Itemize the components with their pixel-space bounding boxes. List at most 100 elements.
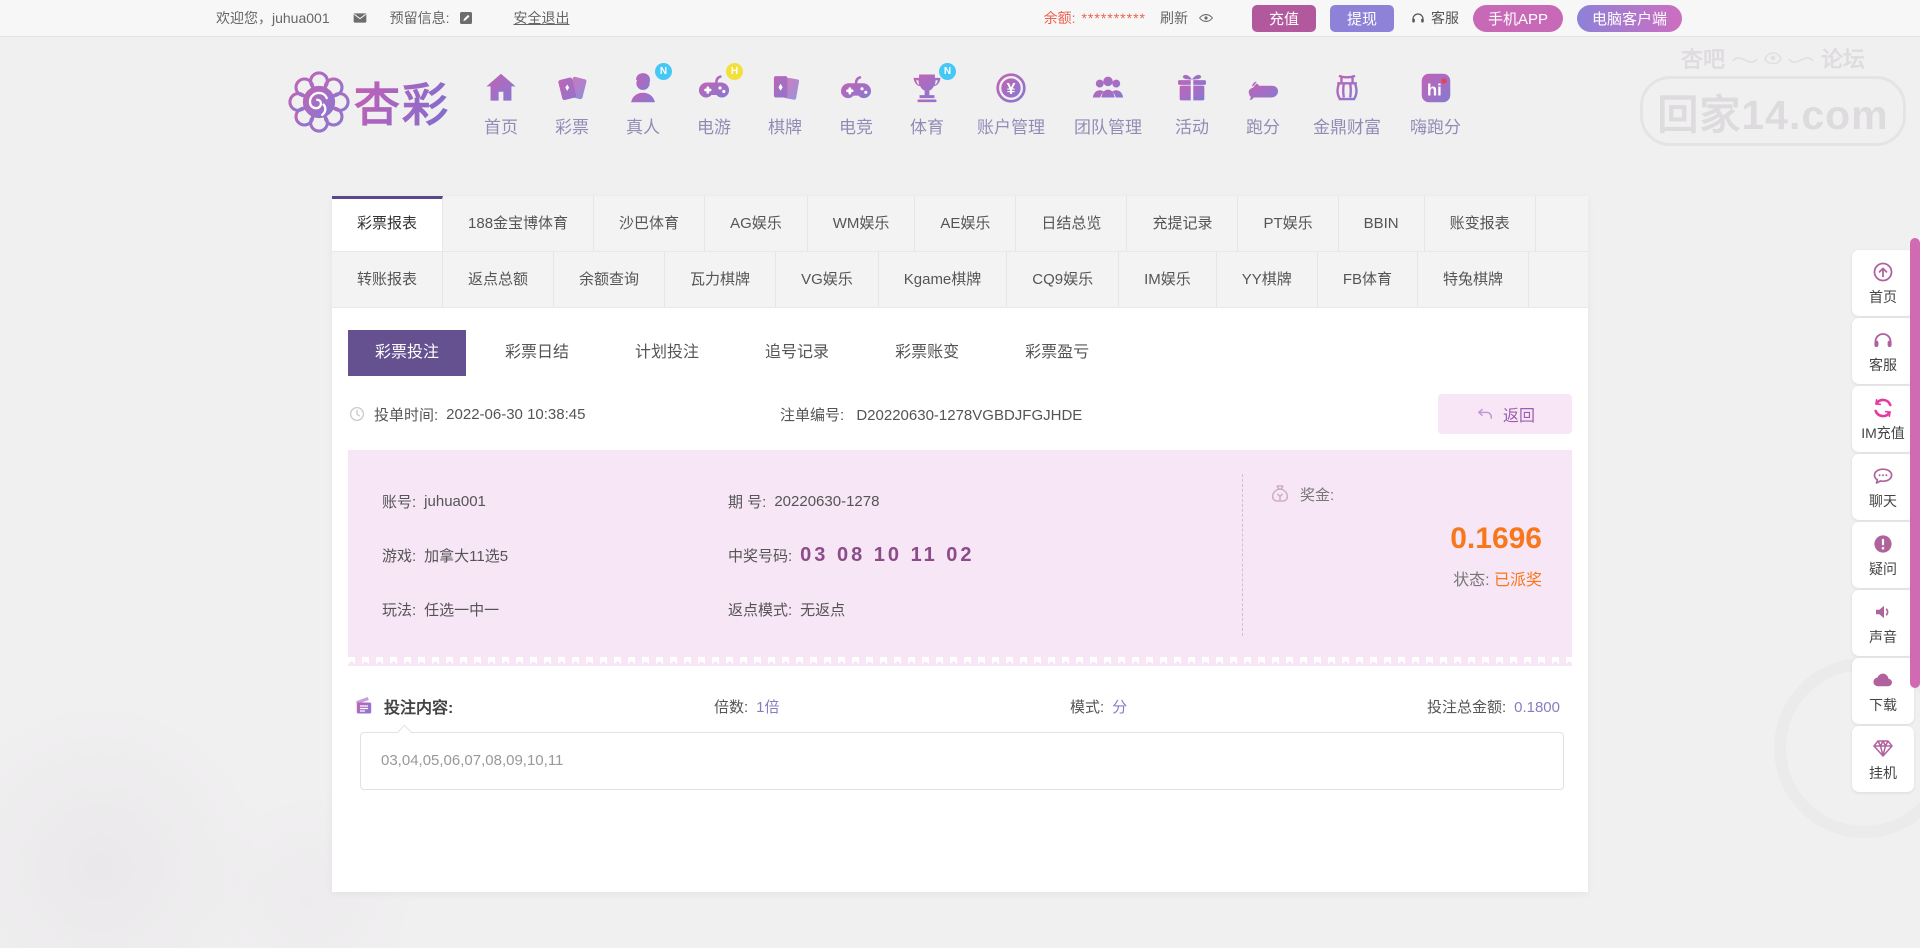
nav-item[interactable]: ¥ 账户管理: [977, 67, 1045, 138]
report-tabs-row1: 彩票报表188金宝博体育沙巴体育AG娱乐WM娱乐AE娱乐日结总览充提记录PT娱乐…: [332, 196, 1588, 252]
edit-icon[interactable]: [458, 10, 474, 26]
tab-item[interactable]: 特兔棋牌: [1418, 252, 1529, 307]
order-no-label: 注单编号:: [780, 407, 844, 424]
multiple-value: 1倍: [756, 699, 779, 716]
tab-item[interactable]: 余额查询: [554, 252, 665, 307]
tab-item[interactable]: 充提记录: [1127, 196, 1238, 251]
account-value: juhua001: [424, 493, 486, 510]
nav-item[interactable]: 活动: [1171, 67, 1213, 138]
tab-item[interactable]: 沙巴体育: [594, 196, 705, 251]
tab-item[interactable]: FB体育: [1318, 252, 1418, 307]
home-icon: [482, 69, 520, 107]
sidebar-label: 下载: [1869, 695, 1897, 715]
subtab-item[interactable]: 追号记录: [738, 330, 856, 376]
nav-label: 金鼎财富: [1313, 113, 1381, 138]
tab-item[interactable]: 返点总额: [443, 252, 554, 307]
rebate-value: 无返点: [800, 599, 845, 620]
nav-item[interactable]: 彩票: [551, 67, 593, 138]
subtab-item[interactable]: 彩票盈亏: [998, 330, 1116, 376]
tab-item[interactable]: VG娱乐: [776, 252, 879, 307]
svg-text:¥: ¥: [1007, 81, 1016, 98]
tab-item[interactable]: 日结总览: [1016, 196, 1127, 251]
refresh-link[interactable]: 刷新: [1160, 8, 1188, 28]
download-icon: [1871, 668, 1895, 692]
svg-text:hi: hi: [1427, 80, 1442, 99]
nav-item[interactable]: N 体育: [906, 67, 948, 138]
prize-label: 奖金:: [1300, 484, 1334, 505]
cards-icon: [766, 69, 804, 107]
sound-icon: [1871, 600, 1895, 624]
nav-label: 彩票: [555, 113, 589, 138]
tab-item[interactable]: CQ9娱乐: [1007, 252, 1119, 307]
subtabs: 彩票投注彩票日结计划投注追号记录彩票账变彩票盈亏: [348, 330, 1588, 376]
logo-text: 杏彩: [354, 69, 450, 135]
sidebar-item[interactable]: 客服: [1852, 318, 1914, 384]
tab-item[interactable]: Kgame棋牌: [879, 252, 1008, 307]
game-value: 加拿大11选5: [424, 545, 508, 566]
tab-item[interactable]: 188金宝博体育: [443, 196, 594, 251]
back-button[interactable]: 返回: [1438, 394, 1572, 434]
tab-item[interactable]: 账变报表: [1425, 196, 1536, 251]
nav-badge: N: [939, 63, 956, 80]
nav-item[interactable]: 首页: [480, 67, 522, 138]
sidebar-label: 聊天: [1869, 491, 1897, 511]
pc-client-button[interactable]: 电脑客户端: [1577, 5, 1682, 32]
tab-item[interactable]: WM娱乐: [808, 196, 916, 251]
site-logo[interactable]: 杏彩: [288, 69, 450, 135]
tab-item[interactable]: 瓦力棋牌: [665, 252, 776, 307]
tab-item[interactable]: PT娱乐: [1238, 196, 1338, 251]
sidebar-item[interactable]: 下载: [1852, 658, 1914, 724]
status-label: 状态:: [1453, 572, 1489, 589]
order-no-value: D20220630-1278VGBDJFGJHDE: [856, 407, 1082, 424]
tab-item[interactable]: AG娱乐: [705, 196, 808, 251]
nav-label: 账户管理: [977, 113, 1045, 138]
recharge-button[interactable]: 充值: [1252, 5, 1316, 32]
sidebar-item[interactable]: 声音: [1852, 590, 1914, 656]
subtab-item[interactable]: 彩票日结: [478, 330, 596, 376]
mail-icon[interactable]: [352, 10, 368, 26]
main-panel: 彩票报表188金宝博体育沙巴体育AG娱乐WM娱乐AE娱乐日结总览充提记录PT娱乐…: [332, 196, 1588, 892]
nav-item[interactable]: 电竞: [835, 67, 877, 138]
status-badge: 已派奖: [1494, 572, 1542, 589]
tab-item[interactable]: 彩票报表: [332, 196, 443, 251]
tab-item[interactable]: AE娱乐: [915, 196, 1016, 251]
nav-label: 跑分: [1246, 113, 1280, 138]
main-nav: 首页 彩票 N 真人: [480, 67, 1461, 138]
withdraw-button[interactable]: 提现: [1330, 5, 1394, 32]
nav-item[interactable]: 金鼎财富: [1313, 67, 1381, 138]
sidebar-item[interactable]: 挂机: [1852, 726, 1914, 792]
eye-icon[interactable]: [1196, 10, 1216, 26]
tab-item[interactable]: BBIN: [1339, 196, 1425, 251]
sidebar-item[interactable]: 首页: [1852, 250, 1914, 316]
sidebar-item[interactable]: 聊天: [1852, 454, 1914, 520]
reserved-info-label: 预留信息:: [390, 8, 450, 28]
nav-item[interactable]: 团队管理: [1074, 67, 1142, 138]
tab-item[interactable]: 转账报表: [332, 252, 443, 307]
nav-item[interactable]: 跑分: [1242, 67, 1284, 138]
page: 欢迎您，juhua001 预留信息: 安全退出 余额:********** 刷新…: [0, 0, 1920, 948]
subtab-item[interactable]: 计划投注: [608, 330, 726, 376]
balance-label: 余额:: [1044, 10, 1076, 26]
scrollbar-thumb[interactable]: [1910, 238, 1920, 688]
issue-value: 20220630-1278: [774, 493, 879, 510]
mobile-app-button[interactable]: 手机APP: [1473, 5, 1563, 32]
sidebar-item[interactable]: IM充值: [1852, 386, 1914, 452]
tab-item[interactable]: IM娱乐: [1119, 252, 1217, 307]
nav-label: 电游: [697, 113, 731, 138]
subtab-item[interactable]: 彩票账变: [868, 330, 986, 376]
account-label: 账号:: [382, 491, 416, 512]
sidebar-item[interactable]: 疑问: [1852, 522, 1914, 588]
tab-item[interactable]: YY棋牌: [1217, 252, 1318, 307]
logout-link[interactable]: 安全退出: [514, 8, 570, 28]
clock-icon: [348, 405, 366, 423]
balance-value: **********: [1081, 10, 1145, 26]
nav-item[interactable]: N 真人: [622, 67, 664, 138]
subtab-item[interactable]: 彩票投注: [348, 330, 466, 376]
nav-item[interactable]: H 电游: [693, 67, 735, 138]
sidebar-label: 挂机: [1869, 763, 1897, 783]
bet-content-label: 投注内容:: [384, 694, 453, 718]
nav-item[interactable]: 棋牌: [764, 67, 806, 138]
nav-item[interactable]: hi 嗨跑分: [1410, 67, 1461, 138]
customer-service-link[interactable]: 客服: [1410, 8, 1459, 28]
back-label: 返回: [1503, 402, 1535, 426]
